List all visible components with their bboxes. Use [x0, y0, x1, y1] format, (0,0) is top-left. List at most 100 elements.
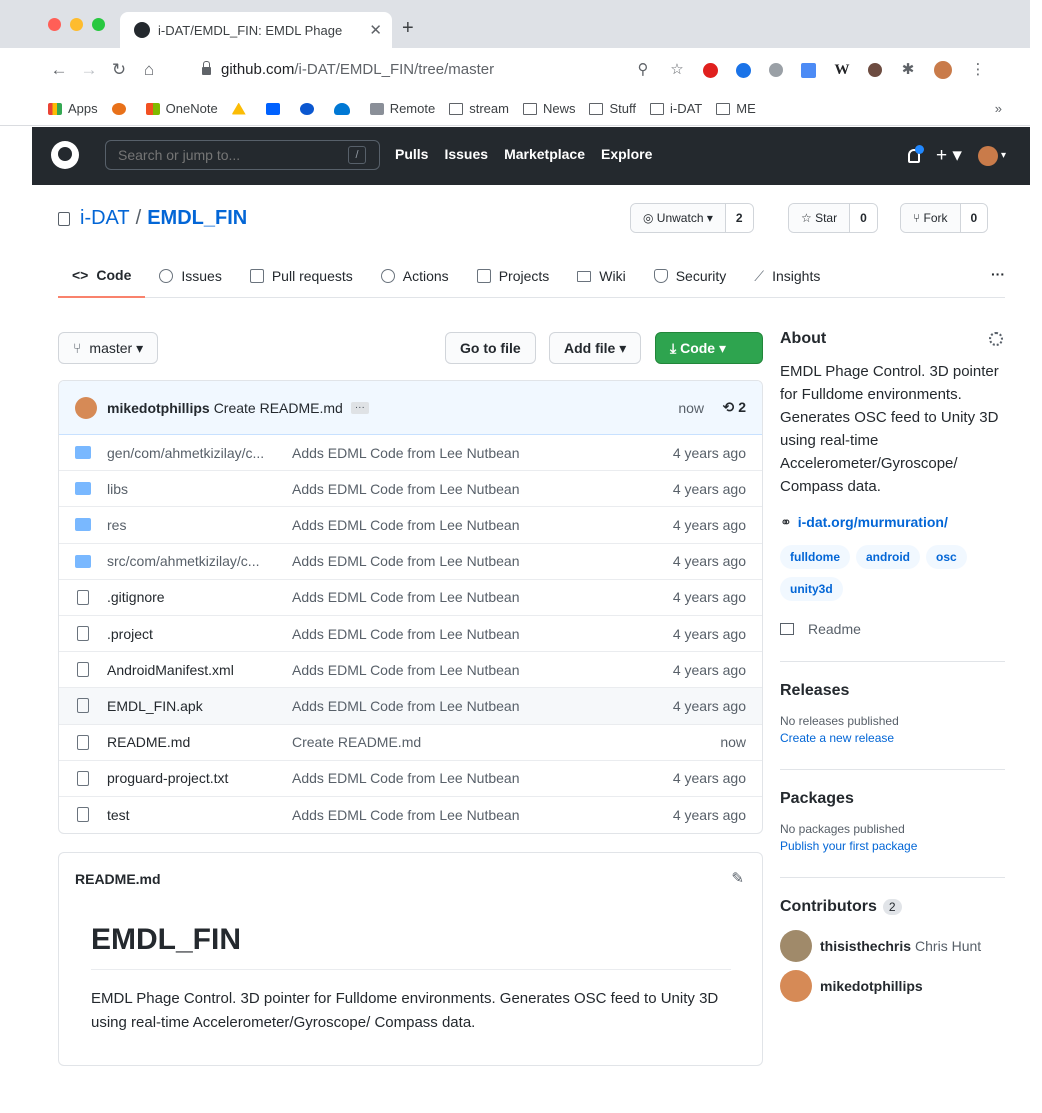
watch-count[interactable]: 2 [725, 204, 753, 232]
reload-icon[interactable]: ↻ [104, 60, 134, 80]
packages-title[interactable]: Packages [780, 790, 1005, 808]
opera-extension-icon[interactable] [703, 62, 718, 78]
tab-close-icon[interactable]: ✕ [369, 21, 382, 39]
fork-button[interactable]: ⑂ Fork [901, 204, 961, 232]
file-commit-message[interactable]: Adds EDML Code from Lee Nutbean [292, 662, 520, 678]
tab-wiki[interactable]: Wiki [563, 254, 639, 298]
contributor-item[interactable]: thisisthechris Chris Hunt [780, 930, 1005, 962]
star-button[interactable]: ☆ Star [789, 204, 851, 232]
file-commit-message[interactable]: Adds EDML Code from Lee Nutbean [292, 517, 520, 533]
gear-icon[interactable] [989, 332, 1003, 346]
file-name-link[interactable]: EMDL_FIN.apk [107, 698, 287, 714]
create-new-menu[interactable]: + ▾ [936, 144, 962, 167]
commit-author-avatar[interactable] [75, 396, 97, 419]
file-name-link[interactable]: res [107, 517, 287, 533]
commit-author[interactable]: mikedotphillips [107, 400, 210, 416]
file-name-link[interactable]: AndroidManifest.xml [107, 662, 287, 678]
readme-link[interactable]: Readme [780, 621, 1005, 637]
back-icon[interactable]: ← [44, 60, 74, 80]
file-row[interactable]: src/com/ahmetkizilay/c... Adds EDML Code … [59, 544, 762, 580]
add-file-button[interactable]: Add file ▾ [549, 332, 642, 364]
repo-name-link[interactable]: EMDL_FIN [147, 207, 247, 230]
file-row[interactable]: res Adds EDML Code from Lee Nutbean 4 year… [59, 507, 762, 544]
compass-extension-icon[interactable] [736, 62, 751, 78]
bookmark-dropbox[interactable] [265, 102, 286, 115]
notifications-bell-icon[interactable] [908, 144, 925, 163]
bookmark-me[interactable]: ME [716, 101, 756, 116]
browser-tab[interactable]: i-DAT/EMDL_FIN: EMDL Phage ✕ [120, 12, 392, 48]
profile-avatar-icon[interactable] [934, 61, 952, 79]
branch-select[interactable]: ⑂ master ▾ [58, 332, 159, 364]
bookmark-stuff[interactable]: Stuff [589, 101, 636, 116]
nav-pulls[interactable]: Pulls [395, 146, 428, 162]
window-minimize-button[interactable] [70, 18, 83, 31]
chevron-down-icon[interactable]: ▾ [1001, 150, 1006, 161]
search-input[interactable] [105, 140, 380, 170]
tab-projects[interactable]: Projects [463, 254, 564, 298]
create-release-link[interactable]: Create a new release [780, 731, 1005, 745]
tab-security[interactable]: Security [640, 254, 741, 298]
bookmark-cloud[interactable] [333, 102, 356, 115]
file-row[interactable]: test Adds EDML Code from Lee Nutbean 4 yea… [59, 797, 762, 833]
user-avatar[interactable] [977, 145, 998, 166]
chrome-menu-icon[interactable]: ⋮ [970, 62, 986, 78]
commit-expand-button[interactable]: ··· [350, 401, 369, 414]
puzzle-extension-icon[interactable]: ✱ [900, 62, 916, 78]
new-tab-button[interactable]: + [402, 18, 414, 38]
nav-explore[interactable]: Explore [601, 146, 652, 162]
topic-tag[interactable]: android [856, 545, 920, 569]
cookie-extension-icon[interactable] [868, 63, 882, 77]
bookmark-apps[interactable]: Apps [48, 101, 98, 116]
file-commit-message[interactable]: Adds EDML Code from Lee Nutbean [292, 698, 520, 714]
file-commit-message[interactable]: Adds EDML Code from Lee Nutbean [292, 807, 520, 823]
file-commit-message[interactable]: Create README.md [292, 734, 421, 750]
file-name-link[interactable]: .gitignore [107, 589, 287, 605]
topic-tag[interactable]: fulldome [780, 545, 850, 569]
address-bar[interactable]: github.com/i-DAT/EMDL_FIN/tree/master [188, 54, 688, 84]
file-row[interactable]: gen/com/ahmetkizilay/c... Adds EDML Code … [59, 435, 762, 472]
window-zoom-button[interactable] [92, 18, 105, 31]
tab-actions[interactable]: Actions [367, 254, 463, 298]
file-name-link[interactable]: .project [107, 626, 287, 642]
tab-code[interactable]: <> Code [58, 254, 146, 298]
github-logo-icon[interactable] [51, 141, 79, 169]
bookmarks-overflow-button[interactable]: » [995, 101, 1002, 116]
file-row[interactable]: proguard-project.txt Adds EDML Code from … [59, 761, 762, 797]
bookmark-news[interactable]: News [522, 101, 575, 116]
tab-issues[interactable]: Issues [145, 254, 235, 298]
file-name-link[interactable]: libs [107, 481, 287, 497]
file-name-link[interactable]: src/com/ahmetkizilay/c... [107, 553, 287, 569]
bookmark-remote[interactable]: Remote [369, 101, 435, 116]
code-download-button[interactable]: ⤓ Code ▾ [655, 332, 763, 364]
file-row[interactable]: .project Adds EDML Code from Lee Nutbean 4… [59, 616, 762, 653]
releases-title[interactable]: Releases [780, 682, 1005, 700]
tab-insights[interactable]: ⟋ Insights [740, 254, 834, 298]
file-row[interactable]: libs Adds EDML Code from Lee Nutbean 4 yea… [59, 471, 762, 508]
readme-filename[interactable]: README.md [75, 871, 161, 887]
contributors-title[interactable]: Contributors 2 [780, 898, 1005, 916]
file-name-link[interactable]: proguard-project.txt [107, 770, 287, 786]
website-link[interactable]: ⚭ i-dat.org/murmuration/ [780, 514, 1005, 531]
tab-pull-requests[interactable]: Pull requests [236, 254, 367, 298]
file-commit-message[interactable]: Adds EDML Code from Lee Nutbean [292, 553, 520, 569]
bookmark-drive[interactable] [231, 102, 252, 115]
tabs-overflow-button[interactable]: ··· [991, 266, 1005, 282]
file-row[interactable]: EMDL_FIN.apk Adds EDML Code from Lee Nutb… [59, 688, 762, 725]
file-row[interactable]: AndroidManifest.xml Adds EDML Code from L… [59, 652, 762, 689]
edit-pencil-icon[interactable]: ✎ [731, 869, 744, 887]
file-row[interactable]: .gitignore Adds EDML Code from Lee Nutbea… [59, 580, 762, 616]
bookmark-star-icon[interactable]: ☆ [669, 62, 685, 78]
publish-package-link[interactable]: Publish your first package [780, 839, 1005, 853]
topic-tag[interactable]: osc [926, 545, 967, 569]
file-row[interactable]: README.md Create README.md now [59, 725, 762, 761]
file-name-link[interactable]: test [107, 807, 287, 823]
contributor-item[interactable]: mikedotphillips [780, 970, 1005, 1002]
bookmark-circle[interactable] [299, 102, 320, 115]
wikipedia-extension-icon[interactable]: W [834, 62, 850, 78]
bookmark-onenote[interactable]: OneNote [145, 101, 218, 116]
file-name-link[interactable]: gen/com/ahmetkizilay/c... [107, 445, 287, 461]
file-commit-message[interactable]: Adds EDML Code from Lee Nutbean [292, 626, 520, 642]
forward-icon[interactable]: → [74, 60, 104, 80]
go-to-file-button[interactable]: Go to file [445, 332, 536, 364]
file-commit-message[interactable]: Adds EDML Code from Lee Nutbean [292, 445, 520, 461]
